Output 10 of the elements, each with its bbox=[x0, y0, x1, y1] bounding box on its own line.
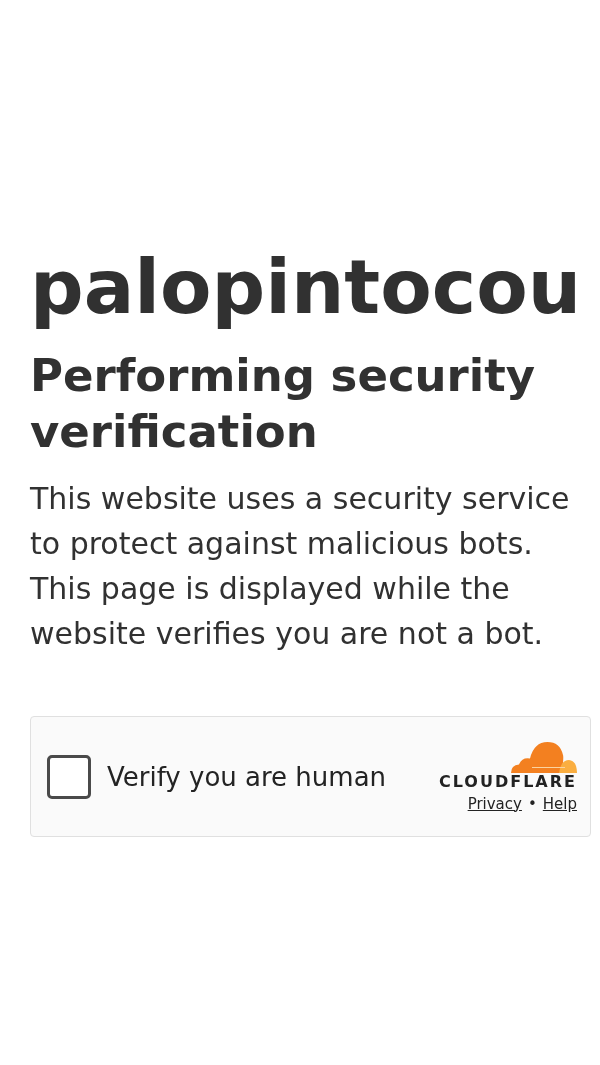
checkbox[interactable] bbox=[47, 754, 91, 799]
text-link[interactable]: Privacy bbox=[467, 794, 522, 813]
text-link[interactable]: Help bbox=[542, 794, 577, 813]
site-title: palopintocou bbox=[30, 242, 582, 332]
cloud-icon bbox=[511, 740, 577, 773]
message-text: This website uses a security service to protect against malicious bots. This page is displayed while the website verifies you are not a bot. bbox=[30, 480, 571, 653]
checkbox-label: Verify you are human bbox=[107, 760, 388, 793]
page-heading: Performing security verification bbox=[30, 348, 537, 460]
brand-wordmark: CLOUDFLARE bbox=[439, 773, 577, 790]
separator-dot: • bbox=[527, 794, 537, 813]
